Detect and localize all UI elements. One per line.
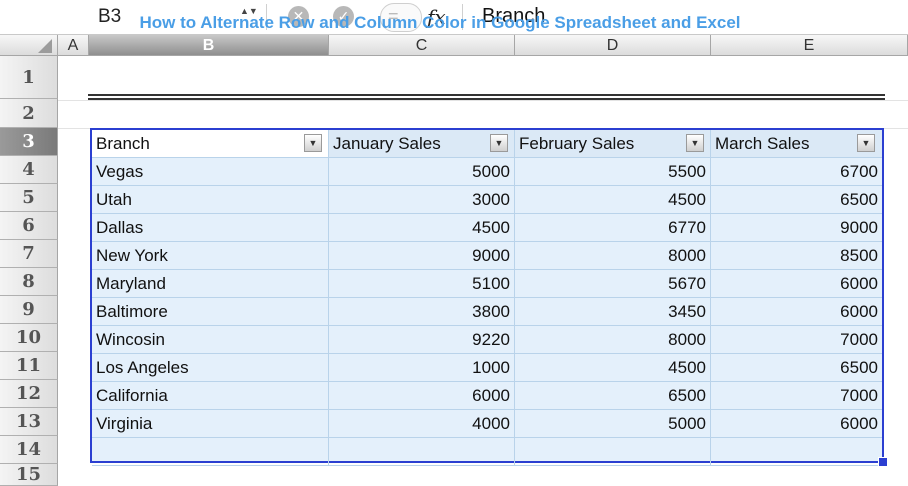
- table-cell-branch[interactable]: Vegas: [92, 158, 329, 185]
- title-double-rule: [88, 94, 885, 96]
- corner-triangle-icon: [38, 39, 52, 53]
- table-cell-jan[interactable]: 1000: [329, 354, 515, 381]
- row-header-5[interactable]: 5: [0, 184, 58, 212]
- row-header-1[interactable]: 1: [0, 56, 58, 99]
- table-cell-mar[interactable]: 6000: [711, 270, 882, 297]
- row-header-12[interactable]: 12: [0, 380, 58, 408]
- column-header-e[interactable]: E: [711, 35, 908, 56]
- header-cell-february[interactable]: February Sales ▼: [515, 130, 711, 157]
- header-label: March Sales: [715, 134, 810, 153]
- table-cell-mar[interactable]: 7000: [711, 326, 882, 353]
- table-cell-mar[interactable]: 7000: [711, 382, 882, 409]
- row-header-2[interactable]: 2: [0, 99, 58, 128]
- table-row: Dallas 4500 6770 9000: [92, 214, 882, 242]
- table-cell-jan[interactable]: 6000: [329, 382, 515, 409]
- table-row: Maryland 5100 5670 6000: [92, 270, 882, 298]
- table-cell-branch[interactable]: [92, 438, 329, 465]
- table-cell-mar[interactable]: 8500: [711, 242, 882, 269]
- table-cell-feb[interactable]: 3450: [515, 298, 711, 325]
- table-row: Utah 3000 4500 6500: [92, 186, 882, 214]
- table-cell-mar[interactable]: 6000: [711, 410, 882, 437]
- table-cell-feb[interactable]: 5500: [515, 158, 711, 185]
- column-header-row: A B C D E: [0, 35, 908, 56]
- select-all-corner[interactable]: [0, 35, 58, 56]
- fill-handle[interactable]: [878, 457, 888, 467]
- table-cell-branch[interactable]: Utah: [92, 186, 329, 213]
- header-label: February Sales: [519, 134, 635, 153]
- table-cell-mar[interactable]: 6000: [711, 298, 882, 325]
- table-row: California 6000 6500 7000: [92, 382, 882, 410]
- table-cell-feb[interactable]: 5670: [515, 270, 711, 297]
- table-cell-feb[interactable]: 4500: [515, 354, 711, 381]
- row-header-4[interactable]: 4: [0, 156, 58, 184]
- table-cell-mar[interactable]: 6700: [711, 158, 882, 185]
- row-header-10[interactable]: 10: [0, 324, 58, 352]
- table-cell-jan[interactable]: 9000: [329, 242, 515, 269]
- table-cell-feb[interactable]: 4500: [515, 186, 711, 213]
- table-cell-branch[interactable]: California: [92, 382, 329, 409]
- table-cell-jan[interactable]: 4000: [329, 410, 515, 437]
- row-header-3[interactable]: 3: [0, 128, 58, 156]
- table-cell-branch[interactable]: Baltimore: [92, 298, 329, 325]
- table-cell-mar[interactable]: 6500: [711, 186, 882, 213]
- table-cell-jan[interactable]: 4500: [329, 214, 515, 241]
- table-cell-branch[interactable]: Wincosin: [92, 326, 329, 353]
- table-cell-feb[interactable]: 8000: [515, 326, 711, 353]
- column-header-c[interactable]: C: [329, 35, 515, 56]
- filter-dropdown-icon[interactable]: ▼: [686, 134, 704, 152]
- header-label: January Sales: [333, 134, 441, 153]
- table-cell-jan[interactable]: 3000: [329, 186, 515, 213]
- table-row: Vegas 5000 5500 6700: [92, 158, 882, 186]
- gridline: [58, 100, 908, 101]
- table-cell-feb[interactable]: 5000: [515, 410, 711, 437]
- table-row: Baltimore 3800 3450 6000: [92, 298, 882, 326]
- table-cell-mar[interactable]: [711, 438, 882, 465]
- table-cell-jan[interactable]: 5000: [329, 158, 515, 185]
- table-row-empty: [92, 438, 882, 466]
- sheet-title[interactable]: How to Alternate Row and Column Color in…: [0, 13, 880, 33]
- table-cell-branch[interactable]: New York: [92, 242, 329, 269]
- row-header-6[interactable]: 6: [0, 212, 58, 240]
- header-cell-branch[interactable]: Branch ▼: [92, 130, 329, 157]
- table-cell-branch[interactable]: Los Angeles: [92, 354, 329, 381]
- header-label: Branch: [96, 134, 150, 153]
- table-cell-jan[interactable]: 3800: [329, 298, 515, 325]
- table-row: Virginia 4000 5000 6000: [92, 410, 882, 438]
- row-header-9[interactable]: 9: [0, 296, 58, 324]
- row-header-15[interactable]: 15: [0, 464, 58, 486]
- column-header-d[interactable]: D: [515, 35, 711, 56]
- column-header-b[interactable]: B: [89, 35, 329, 56]
- filter-dropdown-icon[interactable]: ▼: [490, 134, 508, 152]
- table-cell-branch[interactable]: Dallas: [92, 214, 329, 241]
- table-cell-feb[interactable]: 6500: [515, 382, 711, 409]
- filter-dropdown-icon[interactable]: ▼: [304, 134, 322, 152]
- column-header-a[interactable]: A: [58, 35, 89, 56]
- table-cell-jan[interactable]: [329, 438, 515, 465]
- table-cell-feb[interactable]: [515, 438, 711, 465]
- title-double-rule: [88, 98, 885, 100]
- row-header-11[interactable]: 11: [0, 352, 58, 380]
- row-header-13[interactable]: 13: [0, 408, 58, 436]
- table-cell-mar[interactable]: 9000: [711, 214, 882, 241]
- table-cell-branch[interactable]: Maryland: [92, 270, 329, 297]
- header-cell-march[interactable]: March Sales ▼: [711, 130, 882, 157]
- table-cell-branch[interactable]: Virginia: [92, 410, 329, 437]
- table-header-row: Branch ▼ January Sales ▼ February Sales …: [92, 130, 882, 158]
- row-header-14[interactable]: 14: [0, 436, 58, 464]
- sales-table: Branch ▼ January Sales ▼ February Sales …: [90, 128, 884, 466]
- header-cell-january[interactable]: January Sales ▼: [329, 130, 515, 157]
- row-header-7[interactable]: 7: [0, 240, 58, 268]
- table-row: Wincosin 9220 8000 7000: [92, 326, 882, 354]
- table-cell-jan[interactable]: 9220: [329, 326, 515, 353]
- table-row: Los Angeles 1000 4500 6500: [92, 354, 882, 382]
- table-cell-mar[interactable]: 6500: [711, 354, 882, 381]
- filter-dropdown-icon[interactable]: ▼: [857, 134, 875, 152]
- table-row: New York 9000 8000 8500: [92, 242, 882, 270]
- row-header-8[interactable]: 8: [0, 268, 58, 296]
- table-cell-jan[interactable]: 5100: [329, 270, 515, 297]
- table-cell-feb[interactable]: 6770: [515, 214, 711, 241]
- table-cell-feb[interactable]: 8000: [515, 242, 711, 269]
